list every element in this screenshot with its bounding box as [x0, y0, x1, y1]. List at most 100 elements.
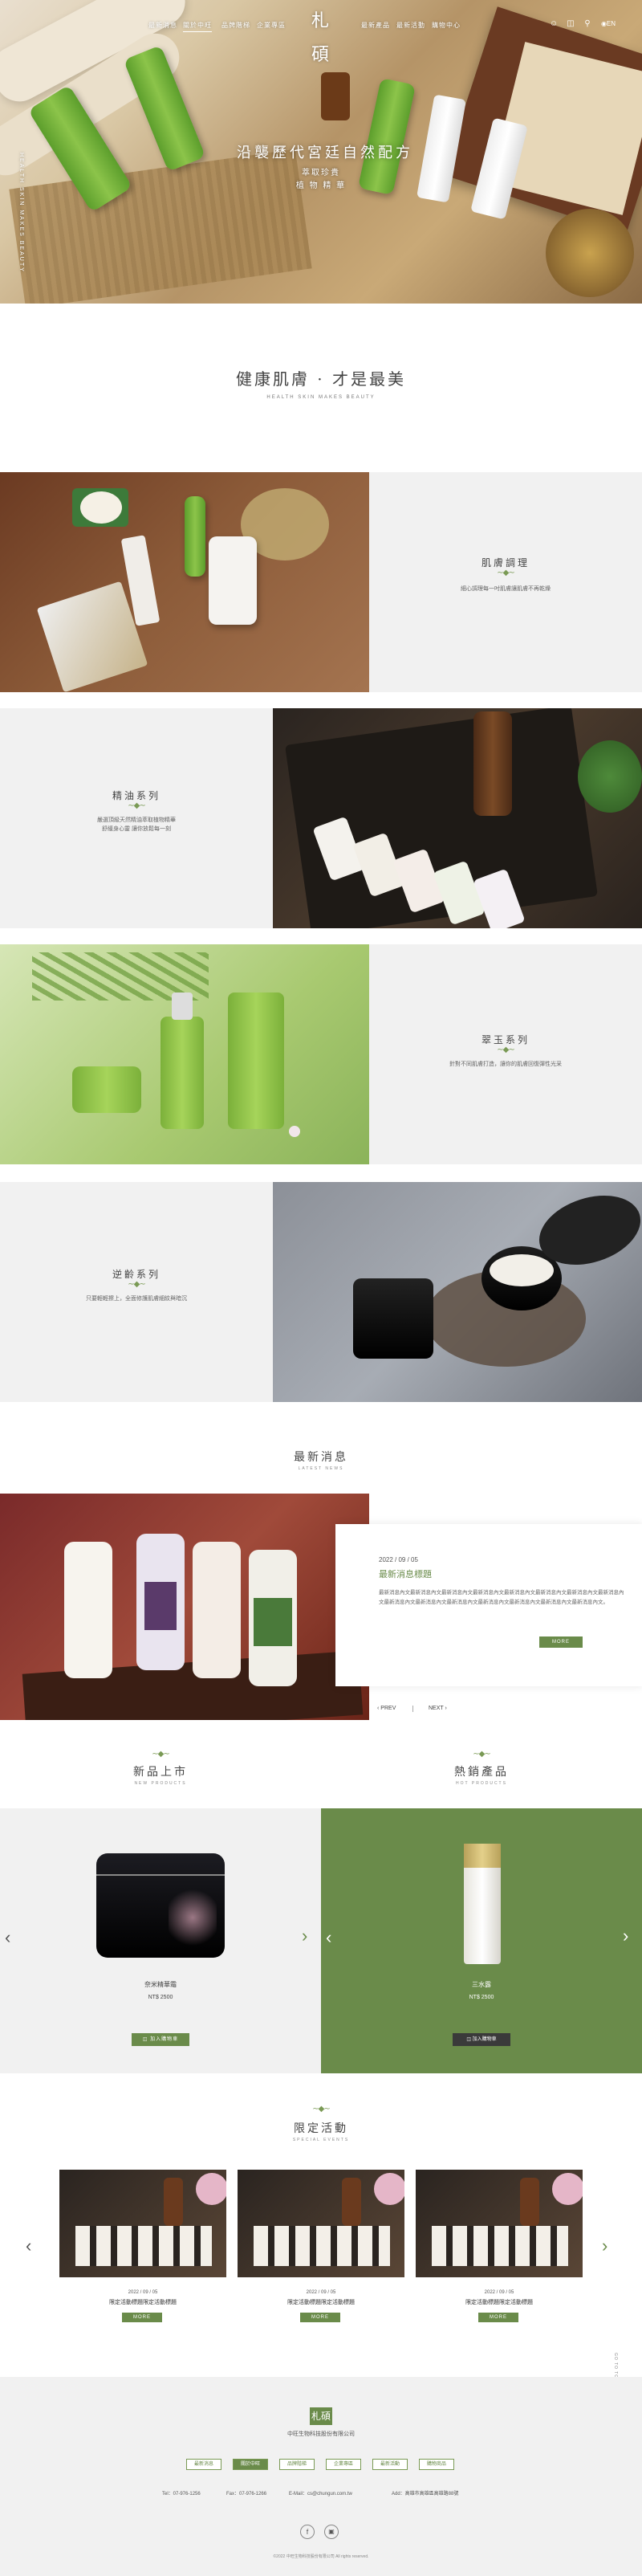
event-image — [59, 2170, 226, 2277]
search-icon[interactable]: ⚲ — [583, 19, 592, 29]
cart-icon[interactable]: ◫ — [566, 19, 575, 29]
chevron-right-icon[interactable]: › — [302, 1927, 307, 1945]
hot-product-name[interactable]: 三水露 — [321, 1980, 642, 1989]
language-switch[interactable]: ◉EN — [598, 19, 619, 29]
anti-aging-photo — [273, 1182, 642, 1402]
hero-herb-bowl — [546, 209, 634, 297]
news-card: 2022 / 09 / 05 最新消息標題 最新消息內文最新消息內文最新消息內文… — [335, 1524, 642, 1686]
essential-oil-photo — [273, 708, 642, 928]
copyright: ©2022 中旺生物科技股份有限公司 All rights reserved. — [273, 2554, 369, 2559]
series-title: 翠玉系列 — [481, 1034, 530, 1045]
new-products-title: 新品上市 — [133, 1765, 188, 1778]
chevron-left-icon: ‹ — [377, 1706, 380, 1711]
chevron-right-icon[interactable]: › — [623, 1927, 628, 1945]
skin-care-photo — [0, 472, 369, 692]
news-more-button[interactable]: MORE — [539, 1636, 583, 1648]
nav-events[interactable]: 最新活動 — [396, 21, 425, 30]
new-product-image[interactable] — [96, 1853, 225, 1958]
footer-logo[interactable]: 札碩 — [310, 2407, 332, 2425]
brand-logo[interactable]: 札碩 — [303, 5, 337, 65]
facebook-icon[interactable]: f — [300, 2525, 315, 2539]
anti-aging-panel: 逆齡系列 ∼◆∼ 只要輕輕擦上，全面修護肌膚細紋與暗沉 — [0, 1182, 273, 1402]
series-desc: 只要輕輕擦上，全面修護肌膚細紋與暗沉 — [86, 1296, 187, 1302]
footer-tab[interactable]: 最新消息 — [186, 2459, 221, 2470]
news-headline[interactable]: 最新消息標題 — [379, 1567, 432, 1580]
hot-products-subtitle: HOT PRODUCTS — [456, 1781, 507, 1786]
events-subtitle: SPECIAL EVENTS — [292, 2138, 350, 2142]
new-products-subtitle: NEW PRODUCTS — [134, 1781, 187, 1786]
top-navigation: 最新消息 關於中旺 品牌階梯 企業專區 札碩 最新產品 最新活動 購物中心 ☺ … — [0, 0, 642, 65]
chevron-right-icon[interactable]: › — [602, 2237, 607, 2255]
essential-oil-panel: 精油系列 ∼◆∼ 嚴選頂級天然精油萃取植物精華 舒緩身心靈 讓你放鬆每一刻 — [0, 708, 273, 928]
chevron-left-icon[interactable]: ‹ — [326, 1929, 331, 1946]
nav-shop[interactable]: 購物中心 — [432, 21, 461, 30]
news-next-button[interactable]: NEXT › — [429, 1706, 447, 1711]
user-icon[interactable]: ☺ — [549, 19, 559, 29]
new-product-price: NT$ 2500 — [148, 1995, 173, 2000]
company-name: 中旺生物科技股份有限公司 — [287, 2431, 355, 2437]
event-image — [238, 2170, 404, 2277]
globe-icon: ◉ — [600, 20, 607, 27]
event-date: 2022 / 09 / 05 — [306, 2290, 336, 2295]
hot-product-panel: ‹ 三水露 NT$ 2500 ◫ 加入購物車 › — [321, 1808, 642, 2073]
nav-brand[interactable]: 品牌階梯 — [221, 21, 250, 30]
intro-title: 健康肌膚 · 才是最美 — [235, 369, 407, 389]
chevron-right-icon: › — [445, 1706, 447, 1711]
footer-tab-active[interactable]: 關於中旺 — [233, 2459, 268, 2470]
line-icon[interactable]: ▣ — [324, 2525, 339, 2539]
event-title[interactable]: 限定活動標題限定活動標題 — [238, 2298, 404, 2306]
new-product-name[interactable]: 奈米精華霜 — [0, 1980, 321, 1989]
chevron-left-icon[interactable]: ‹ — [26, 2237, 31, 2255]
footer-tab[interactable]: 購物商品 — [419, 2459, 454, 2470]
series-title: 肌膚調理 — [481, 557, 530, 569]
footer-tab[interactable]: 最新活動 — [372, 2459, 408, 2470]
event-more-button[interactable]: MORE — [300, 2313, 340, 2322]
hot-product-price: NT$ 2500 — [469, 1995, 494, 2000]
series-desc: 細心調理每一吋肌膚讓肌膚不再乾燥 — [461, 586, 551, 592]
news-prev-button[interactable]: ‹ PREV — [377, 1706, 396, 1711]
footer: 札碩 中旺生物科技股份有限公司 最新消息 關於中旺 品牌階梯 企業專區 最新活動… — [0, 2377, 642, 2576]
ornament-icon: ∼◆∼ — [128, 801, 145, 810]
new-product-panel: ‹ 奈米精華霜 NT$ 2500 ◫ 加入購物車 › — [0, 1808, 321, 2073]
event-date: 2022 / 09 / 05 — [128, 2290, 158, 2295]
event-more-button[interactable]: MORE — [478, 2313, 518, 2322]
series-desc: 針對不同肌膚打造，讓你的肌膚回復彈性光采 — [449, 1062, 562, 1067]
event-date: 2022 / 09 / 05 — [484, 2290, 514, 2295]
hero-banner: 最新消息 關於中旺 品牌階梯 企業專區 札碩 最新產品 最新活動 購物中心 ☺ … — [0, 0, 642, 304]
event-card[interactable] — [416, 2170, 583, 2282]
hot-products-title: 熱銷產品 — [454, 1765, 509, 1778]
event-card[interactable] — [59, 2170, 226, 2282]
nav-enterprise[interactable]: 企業專區 — [257, 21, 286, 30]
nav-about[interactable]: 關於中旺 — [183, 21, 212, 32]
add-to-cart-button[interactable]: ◫ 加入購物車 — [453, 2033, 510, 2046]
chevron-left-icon[interactable]: ‹ — [5, 1929, 10, 1946]
hero-product-tube — [357, 77, 416, 196]
event-more-button[interactable]: MORE — [122, 2313, 162, 2322]
news-photo — [0, 1494, 369, 1720]
intro-subtitle: HEALTH SKIN MAKES BEAUTY — [266, 395, 376, 400]
event-image — [416, 2170, 583, 2277]
nav-latest-news[interactable]: 最新消息 — [148, 21, 177, 30]
cart-icon: ◫ — [142, 2037, 148, 2042]
hero-bamboo-mat — [9, 149, 312, 304]
hero-subtitle: 萃取珍貴 — [302, 169, 340, 177]
hero-product-dropper — [321, 72, 350, 120]
footer-tel: Tel：07-976-1256 — [162, 2492, 201, 2497]
news-section-title: 最新消息 — [294, 1450, 348, 1463]
hot-product-image[interactable] — [464, 1844, 501, 1964]
nav-new-products[interactable]: 最新產品 — [361, 21, 390, 30]
ornament-icon: ∼◆∼ — [312, 2105, 330, 2113]
jade-series-photo — [0, 944, 369, 1164]
event-title[interactable]: 限定活動標題限定活動標題 — [416, 2298, 583, 2306]
footer-tab[interactable]: 品牌階梯 — [279, 2459, 315, 2470]
cart-icon: ◫ — [466, 2037, 471, 2042]
events-title: 限定活動 — [294, 2122, 348, 2134]
event-card[interactable] — [238, 2170, 404, 2282]
add-to-cart-button[interactable]: ◫ 加入購物車 — [132, 2033, 189, 2046]
ornament-icon: ∼◆∼ — [473, 1750, 490, 1759]
series-desc: 嚴選頂級天然精油萃取植物精華 舒緩身心靈 讓你放鬆每一刻 — [97, 817, 176, 832]
event-title[interactable]: 限定活動標題限定活動標題 — [59, 2298, 226, 2306]
footer-email[interactable]: E-Mail：cs@chungun.com.tw — [289, 2489, 352, 2497]
footer-tab[interactable]: 企業專區 — [326, 2459, 361, 2470]
ornament-icon: ∼◆∼ — [497, 1045, 514, 1054]
